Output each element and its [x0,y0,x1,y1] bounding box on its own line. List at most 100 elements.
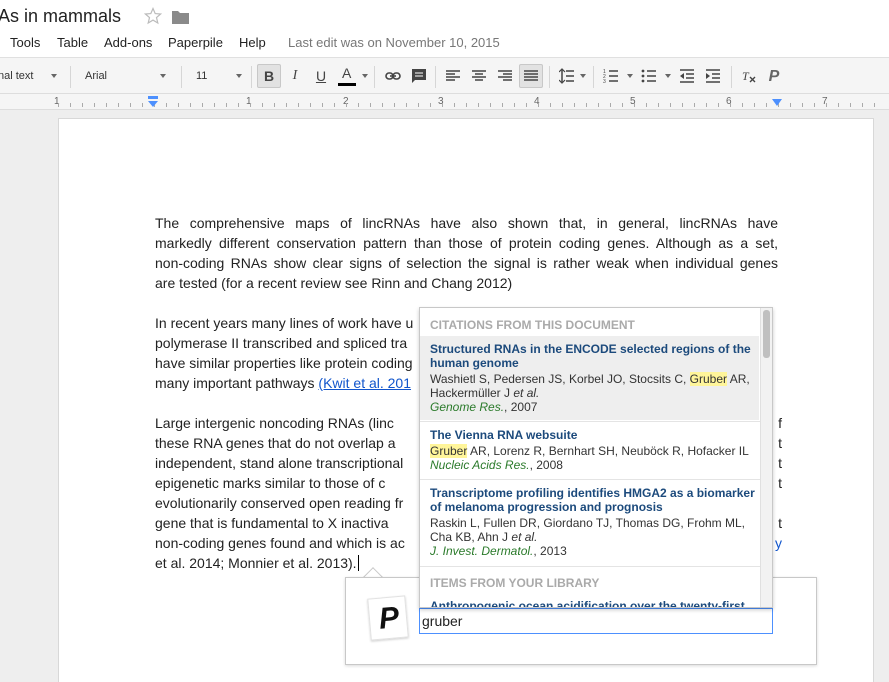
italic-button[interactable]: I [283,64,307,88]
left-indent-marker[interactable] [147,96,159,108]
clear-formatting-button[interactable]: T [737,64,761,88]
authors-text: AR, Lorenz R, Bernhart SH, Neuböck R, Ho… [467,444,749,458]
ruler-tick [418,103,419,107]
align-left-button[interactable] [441,64,465,88]
toolbar-divider [731,66,732,88]
ruler-tick [118,103,119,107]
menu-tools[interactable]: Tools [10,35,40,50]
ruler-tick [334,103,335,107]
decrease-indent-icon [680,69,694,83]
library-result[interactable]: Anthropogenic ocean acidification over t… [420,599,759,607]
dropdown-scrollbar[interactable] [760,308,772,607]
ruler-tick [406,103,407,107]
journal-name: Nucleic Acids Res. [430,458,530,472]
ruler-tick [238,103,239,107]
ruler-tick [670,103,671,107]
ruler-tick [826,103,827,107]
font-size-dropdown[interactable]: 11 [196,66,207,86]
citation-result[interactable]: Structured RNAs in the ENCODE selected r… [420,336,759,420]
text-line: Large intergenic noncoding RNAs (linc [155,415,394,431]
paperpile-logo-letter: P [377,601,401,636]
chevron-down-icon [362,74,368,78]
text-segment: many important pathways [155,375,319,391]
increase-indent-button[interactable] [701,64,725,88]
text-line: many important pathways (Kwit et al. 201 [155,373,425,393]
underline-button[interactable]: U [309,64,333,88]
ruler-tick [370,103,371,107]
style-dropdown[interactable]: nal text [0,66,33,86]
insert-link-button[interactable] [381,64,405,88]
text-line: In recent years many lines of work have … [155,315,414,331]
menu-table[interactable]: Table [57,35,88,50]
align-center-button[interactable] [467,64,491,88]
paperpile-logo: P [367,595,409,641]
ruler: 1 1 2 3 4 5 6 7 [0,94,889,110]
text-cursor [357,555,359,571]
chevron-down-icon [160,74,166,78]
bulleted-list-icon [641,69,656,83]
ruler-tick [478,103,479,107]
toolbar-divider [374,66,375,88]
paperpile-toolbar-button[interactable]: P [762,64,786,88]
ruler-tick [502,103,503,107]
text-fragment: t [778,475,782,491]
journal-year: , 2007 [504,400,538,414]
paragraph-3: Large intergenic noncoding RNAs (linc th… [155,413,425,573]
result-authors: Washietl S, Pedersen JS, Korbel JO, Stoc… [430,372,755,400]
ruler-tick [322,103,323,107]
journal-name: J. Invest. Dermatol. [430,544,534,558]
ruler-tick [646,103,647,107]
justify-button[interactable] [519,64,543,88]
text-fragment [772,493,782,513]
star-icon[interactable] [144,7,162,25]
menu-paperpile[interactable]: Paperpile [168,35,223,50]
ruler-tick [514,103,515,107]
numbered-list-button[interactable]: 123 [599,64,623,88]
align-right-button[interactable] [493,64,517,88]
line-spacing-button[interactable] [555,64,579,88]
document-title[interactable]: As in mammals [0,6,121,27]
ruler-tick [766,103,767,107]
result-divider [420,566,761,567]
result-title: Transcriptome profiling identifies HMGA2… [430,486,755,514]
toolbar: nal text Arial 11 B I U A 123 T P [0,58,889,94]
ruler-tick [706,103,707,107]
svg-text:T: T [742,69,750,83]
text-color-swatch [338,83,356,86]
scrollbar-thumb[interactable] [763,310,770,358]
citation-result[interactable]: Transcriptome profiling identifies HMGA2… [420,480,759,564]
right-indent-marker[interactable] [771,98,783,107]
last-edit-status[interactable]: Last edit was on November 10, 2015 [288,35,500,50]
result-title: Structured RNAs in the ENCODE selected r… [430,342,751,370]
ruler-tick [790,103,791,107]
text-color-button[interactable]: A [335,64,359,88]
section-header-library: ITEMS FROM YOUR LIBRARY [430,576,600,590]
search-match: Gruber [689,372,728,386]
folder-icon[interactable] [172,10,189,24]
text-line: non-coding genes found and which is ac [155,535,405,551]
ruler-tick [190,103,191,107]
bulleted-list-button[interactable] [637,64,661,88]
text-line: are tested (for a recent review see Rinn… [155,275,513,291]
ruler-tick [874,103,875,107]
et-al: et al. [513,386,540,400]
bold-button[interactable]: B [257,64,281,88]
chevron-down-icon [665,74,671,78]
citation-search-input[interactable] [419,608,773,634]
font-dropdown[interactable]: Arial [85,66,107,86]
decrease-indent-button[interactable] [675,64,699,88]
menu-add-ons[interactable]: Add-ons [104,35,152,50]
citation-link[interactable]: (Kwit et al. 201 [318,375,411,391]
ruler-tick [658,103,659,107]
ruler-tick [58,103,59,107]
ruler-tick [610,103,611,107]
chevron-down-icon [627,74,633,78]
text-line: markedly different conservation pattern … [155,235,778,251]
text-fragment: f [778,415,782,431]
menu-help[interactable]: Help [239,35,266,50]
citation-result[interactable]: The Vienna RNA websuite Gruber AR, Loren… [420,422,759,478]
journal-year: , 2013 [533,544,567,558]
insert-comment-button[interactable] [407,64,431,88]
paragraph-2: In recent years many lines of work have … [155,313,425,393]
authors-text: Raskin L, Fullen DR, Giordano TJ, Thomas… [430,516,745,544]
